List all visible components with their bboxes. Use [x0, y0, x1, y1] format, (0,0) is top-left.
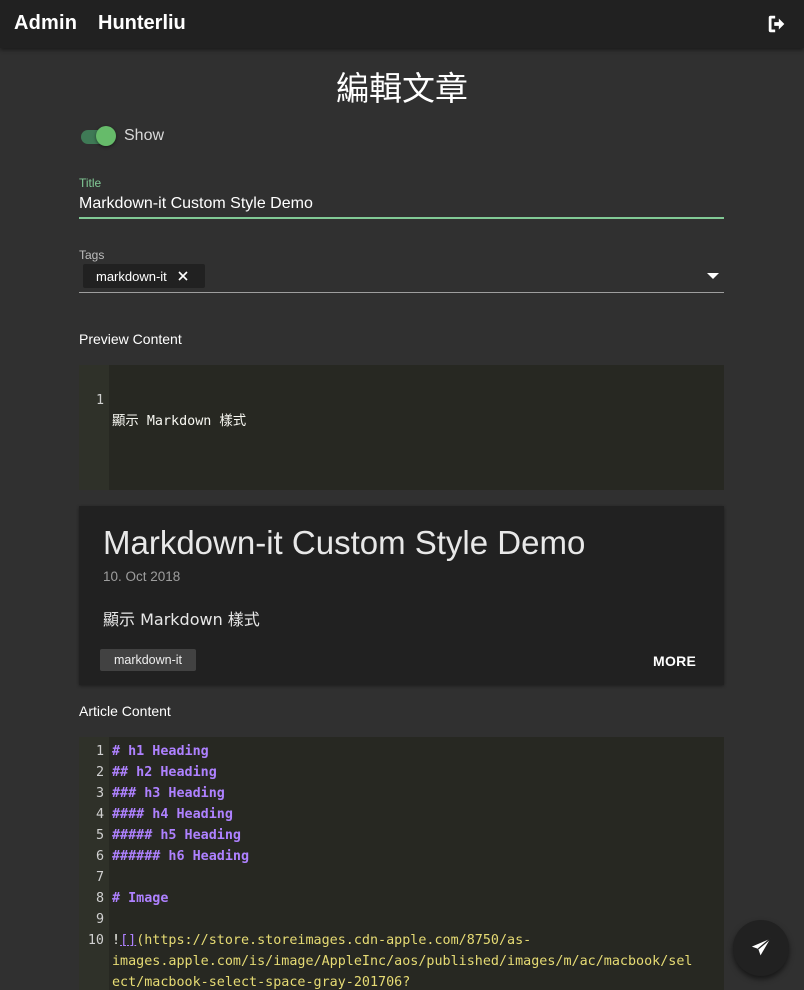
tags-underline	[79, 292, 724, 293]
article-content-editor[interactable]: 1 # h1 Heading 2 ## h2 Heading 3 ### h3 Hea…	[79, 737, 724, 990]
brand-title[interactable]: Admin	[14, 12, 77, 35]
title-field-label: Title	[79, 176, 102, 190]
article-content-label: Article Content	[79, 703, 171, 719]
app-bar: Admin Hunterliu	[0, 0, 804, 48]
preview-content-editor[interactable]: 1 顯示 Markdown 樣式	[79, 365, 724, 490]
title-underline	[79, 217, 724, 219]
user-name[interactable]: Hunterliu	[98, 12, 186, 35]
card-body: 顯示 Markdown 樣式	[103, 610, 260, 629]
show-toggle-label: Show	[124, 127, 165, 144]
preview-content-label: Preview Content	[79, 331, 182, 347]
card-title: Markdown-it Custom Style Demo	[103, 524, 586, 561]
chevron-down-icon[interactable]	[707, 273, 719, 279]
publish-button[interactable]	[733, 920, 789, 976]
close-icon[interactable]	[177, 270, 189, 282]
show-toggle[interactable]	[81, 126, 116, 146]
card-tag-chip[interactable]: markdown-it	[100, 649, 196, 671]
card-date: 10. Oct 2018	[103, 569, 181, 584]
title-input[interactable]	[79, 193, 724, 215]
toggle-thumb	[96, 126, 116, 146]
tags-field-label: Tags	[79, 248, 105, 262]
tag-chip-label: markdown-it	[96, 268, 167, 284]
code-line: 1 顯示 Markdown 樣式	[95, 393, 247, 429]
page-title: 編輯文章	[336, 69, 468, 108]
send-icon	[751, 938, 771, 956]
more-button[interactable]: MORE	[653, 653, 696, 669]
logout-icon[interactable]	[766, 13, 788, 35]
tag-chip[interactable]: markdown-it	[83, 264, 205, 288]
post-preview-card: Markdown-it Custom Style Demo 10. Oct 20…	[79, 506, 724, 685]
